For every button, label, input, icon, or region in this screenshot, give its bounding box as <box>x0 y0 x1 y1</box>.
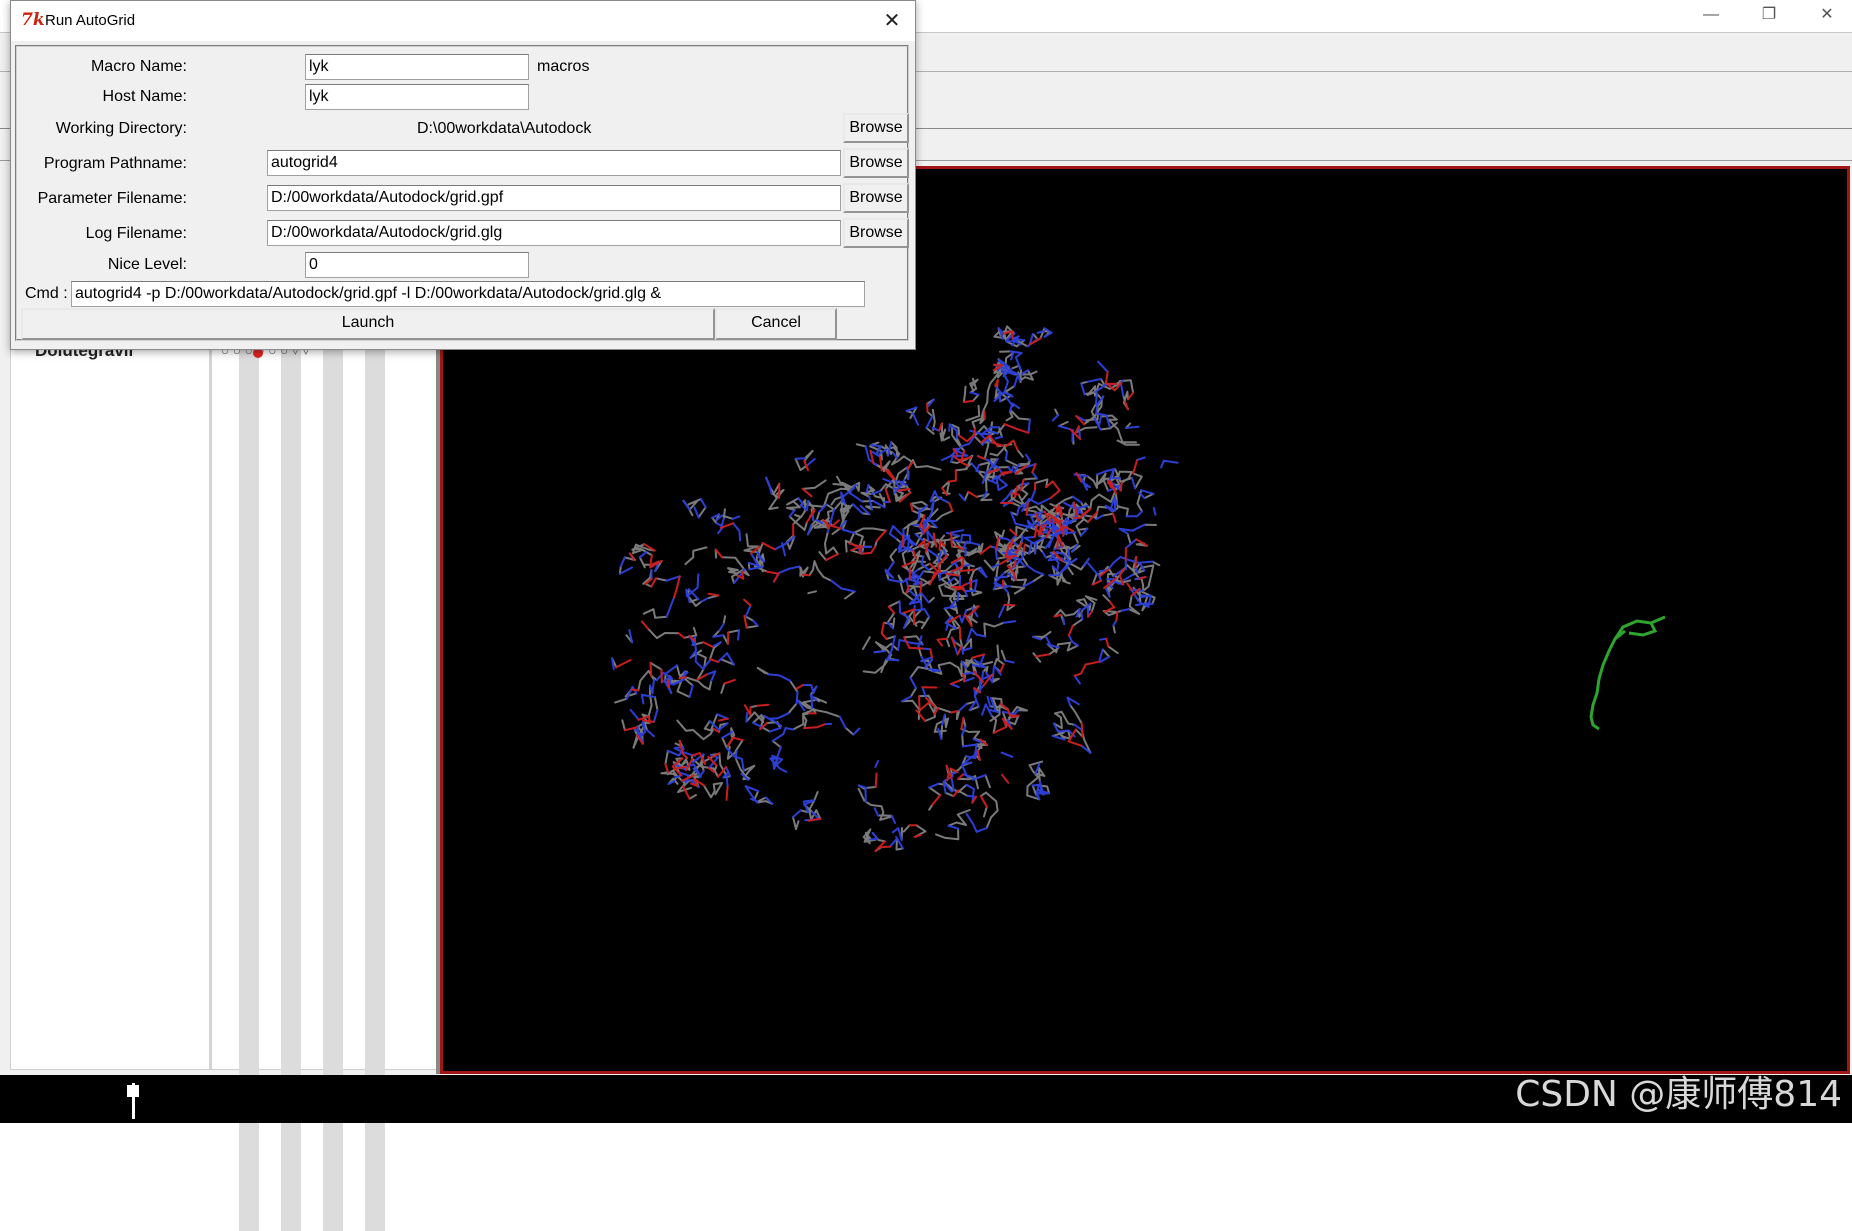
program-pathname-label: Program Pathname: <box>43 155 187 172</box>
host-name-input[interactable]: lyk <box>305 84 529 110</box>
protein-sticks <box>611 325 1179 852</box>
parameter-filename-label: Parameter Filename: <box>37 190 187 207</box>
restore-icon[interactable]: ❐ <box>1746 0 1792 30</box>
dialog-titlebar: 7k Run AutoGrid ✕ <box>11 1 915 41</box>
minimize-icon[interactable]: — <box>1688 0 1734 30</box>
watermark-text: CSDN @康师傅814 <box>1515 1074 1842 1115</box>
macro-name-label: Macro Name: <box>90 58 187 75</box>
program-pathname-browse-button[interactable]: Browse <box>843 148 909 178</box>
tk-logo-icon: 7k <box>21 10 45 30</box>
program-pathname-input[interactable]: autogrid4 <box>267 150 841 176</box>
log-filename-input[interactable]: D:/00workdata/Autodock/grid.glg <box>267 220 841 246</box>
ligand-sticks <box>1589 615 1666 731</box>
cmd-label: Cmd : <box>25 285 68 302</box>
macro-name-input[interactable]: lyk <box>305 54 529 80</box>
working-directory-value: D:\00workdata\Autodock <box>417 120 592 137</box>
dialog-form: Macro Name: lyk macros Host Name: lyk Wo… <box>15 45 909 341</box>
run-autogrid-dialog: 7k Run AutoGrid ✕ Macro Name: lyk macros… <box>10 0 916 350</box>
parameter-filename-browse-button[interactable]: Browse <box>843 183 909 213</box>
host-name-label: Host Name: <box>102 88 187 105</box>
parameter-filename-input[interactable]: D:/00workdata/Autodock/grid.gpf <box>267 185 841 211</box>
log-filename-browse-button[interactable]: Browse <box>843 218 909 248</box>
status-slider-handle[interactable] <box>127 1085 139 1097</box>
macros-suffix: macros <box>537 58 590 75</box>
nice-level-label: Nice Level: <box>107 256 187 273</box>
cancel-button[interactable]: Cancel <box>715 308 837 340</box>
working-directory-browse-button[interactable]: Browse <box>843 113 909 143</box>
working-directory-label: Working Directory: <box>55 120 187 137</box>
launch-button[interactable]: Launch <box>21 308 715 340</box>
log-filename-label: Log Filename: <box>85 225 187 242</box>
close-icon[interactable]: ✕ <box>877 6 907 36</box>
cmd-input[interactable]: autogrid4 -p D:/00workdata/Autodock/grid… <box>71 281 865 307</box>
dialog-title: Run AutoGrid <box>45 12 136 29</box>
close-window-icon[interactable]: ✕ <box>1804 0 1850 30</box>
nice-level-input[interactable]: 0 <box>305 252 529 278</box>
